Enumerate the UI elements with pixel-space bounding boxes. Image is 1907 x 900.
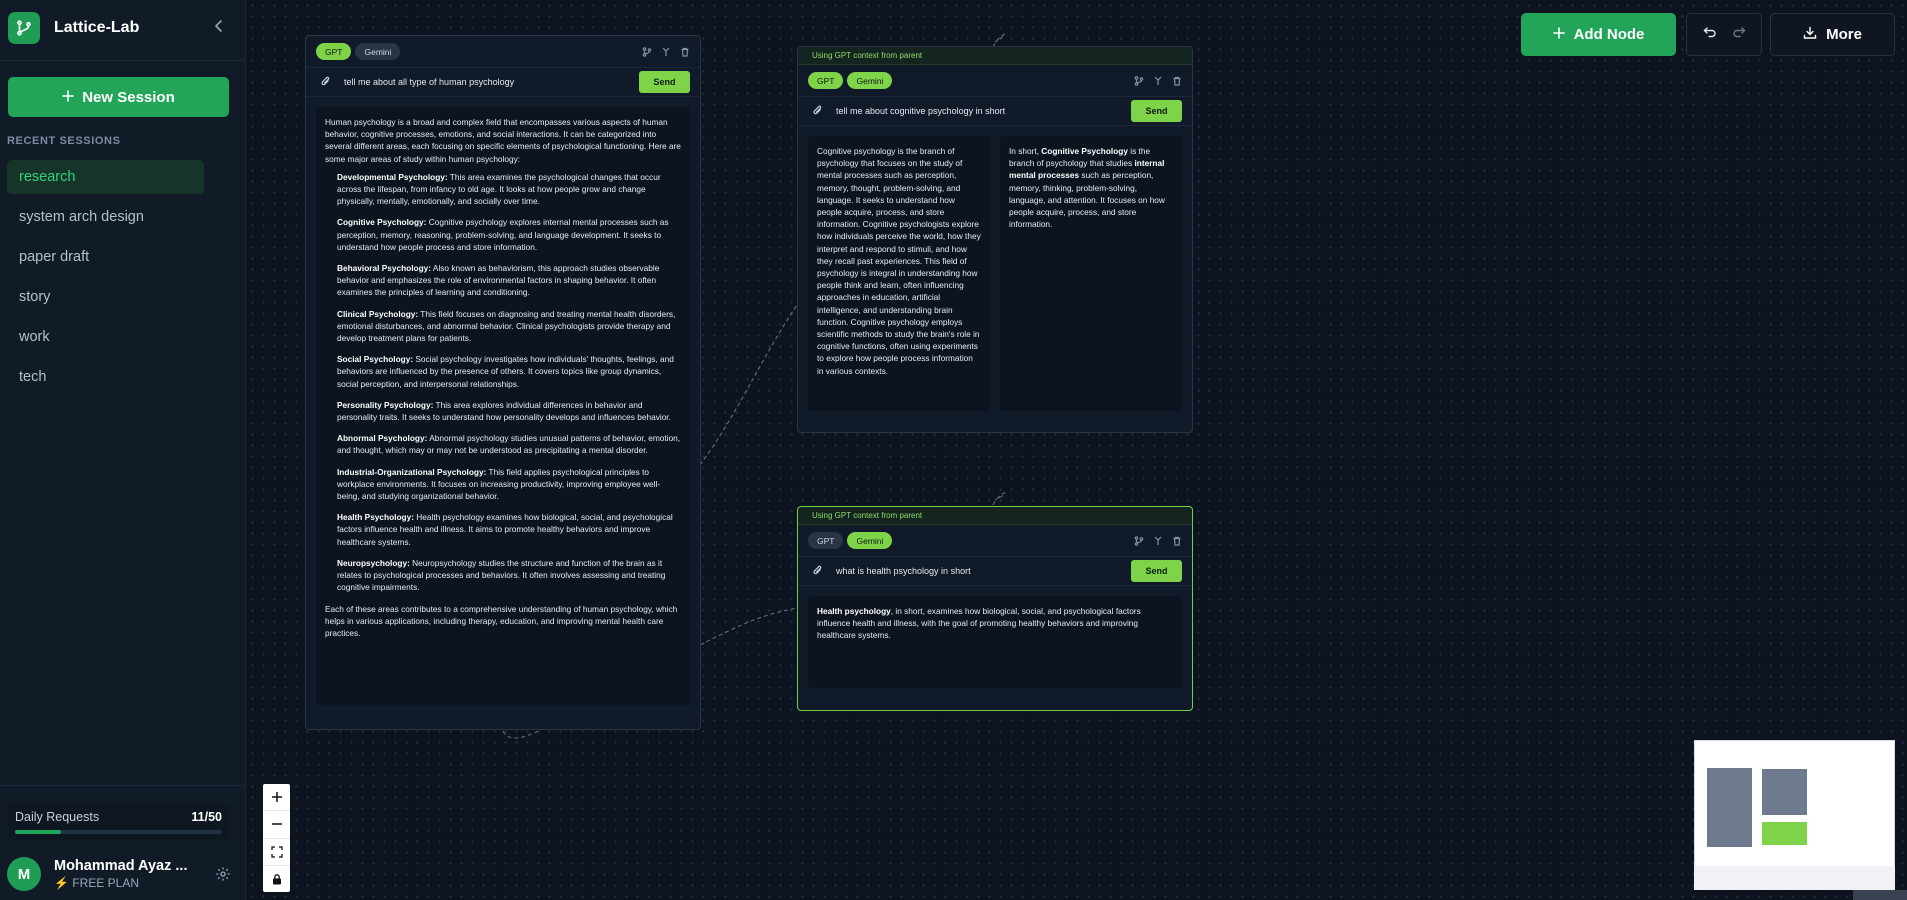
- list-item: Developmental Psychology: This area exam…: [337, 171, 661, 207]
- list-item: Industrial-Organizational Psychology: Th…: [337, 466, 661, 502]
- paperclip-icon[interactable]: [812, 105, 824, 117]
- minimap-node-selected: [1762, 822, 1807, 845]
- send-button[interactable]: Send: [1131, 100, 1182, 122]
- branch-icon[interactable]: [1134, 75, 1144, 86]
- zoom-controls: [263, 784, 290, 892]
- send-button[interactable]: Send: [639, 71, 690, 93]
- minimap-viewport-mask: [1694, 866, 1895, 890]
- redo-icon[interactable]: [1732, 25, 1746, 44]
- more-button[interactable]: More: [1770, 13, 1895, 56]
- response-panel-gemini: In short, Cognitive Psychology is the br…: [1000, 136, 1182, 411]
- prompt-row: what is health psychology in short Send: [798, 556, 1192, 586]
- model-chip-gpt[interactable]: GPT: [808, 72, 844, 89]
- chat-node[interactable]: Using GPT context from parent GPT Gemini…: [797, 506, 1193, 711]
- fit-view-icon[interactable]: [263, 839, 290, 866]
- list-item: Clinical Psychology: This field focuses …: [337, 308, 676, 344]
- prompt-input[interactable]: what is health psychology in short: [836, 566, 1131, 576]
- trash-icon[interactable]: [1172, 536, 1182, 546]
- zoom-out-icon[interactable]: [263, 811, 290, 839]
- attribution-corner: [1853, 890, 1907, 900]
- merge-icon[interactable]: [661, 47, 671, 57]
- send-button[interactable]: Send: [1131, 560, 1182, 582]
- minimap-node: [1762, 769, 1807, 815]
- plus-icon: [1552, 26, 1565, 43]
- context-banner: Using GPT context from parent: [798, 507, 1192, 525]
- zoom-in-icon[interactable]: [263, 784, 290, 812]
- chat-node[interactable]: Using GPT context from parent GPT Gemini…: [797, 46, 1193, 433]
- minimap-node: [1707, 768, 1752, 847]
- download-icon: [1803, 26, 1817, 44]
- response-panel: Health psychology, in short, examines ho…: [808, 596, 1182, 688]
- merge-icon[interactable]: [1153, 76, 1163, 86]
- add-node-label: Add Node: [1573, 26, 1645, 43]
- model-chip-gpt[interactable]: GPT: [808, 532, 844, 549]
- node-header: GPT Gemini: [306, 36, 700, 67]
- list-item: Cognitive Psychology: Cognitive psycholo…: [337, 217, 669, 252]
- response-outro: Each of these areas contributes to a com…: [325, 603, 678, 638]
- list-item: Behavioral Psychology: Also known as beh…: [337, 263, 660, 298]
- edge: [992, 492, 1006, 506]
- model-chip-gpt[interactable]: GPT: [316, 43, 352, 60]
- paperclip-icon[interactable]: [812, 565, 824, 577]
- prompt-input[interactable]: tell me about cognitive psychology in sh…: [836, 106, 1131, 116]
- response-panel-gpt: Cognitive psychology is the branch of ps…: [808, 136, 990, 411]
- paperclip-icon[interactable]: [320, 76, 332, 88]
- branch-icon[interactable]: [642, 46, 652, 57]
- model-chip-gemini[interactable]: Gemini: [355, 43, 401, 60]
- context-banner: Using GPT context from parent: [798, 47, 1192, 65]
- trash-icon[interactable]: [1172, 76, 1182, 86]
- list-item: Health Psychology: Health psychology exa…: [337, 512, 673, 547]
- merge-icon[interactable]: [1153, 536, 1163, 546]
- list-item: Social Psychology: Social psychology inv…: [337, 354, 674, 389]
- prompt-row: tell me about cognitive psychology in sh…: [798, 96, 1192, 126]
- response-panel: Human psychology is a broad and complex …: [316, 107, 690, 705]
- list-item: Personality Psychology: This area explor…: [337, 399, 671, 423]
- node-header: GPT Gemini: [798, 525, 1192, 556]
- chat-node[interactable]: GPT Gemini tell me about all type of hum…: [305, 35, 701, 730]
- model-chip-gemini[interactable]: Gemini: [847, 532, 893, 549]
- branch-icon[interactable]: [1134, 535, 1144, 546]
- model-chip-gemini[interactable]: Gemini: [847, 72, 893, 89]
- add-node-button[interactable]: Add Node: [1521, 13, 1676, 56]
- edge: [699, 304, 798, 466]
- prompt-input[interactable]: tell me about all type of human psycholo…: [344, 77, 639, 87]
- response-intro: Human psychology is a broad and complex …: [325, 117, 681, 164]
- history-controls: [1686, 13, 1762, 56]
- undo-icon[interactable]: [1703, 25, 1717, 44]
- prompt-row: tell me about all type of human psycholo…: [306, 67, 700, 97]
- edge: [699, 607, 798, 646]
- list-item: Neuropsychology: Neuropsychology studies…: [337, 557, 666, 593]
- node-header: GPT Gemini: [798, 65, 1192, 96]
- list-item: Abnormal Psychology: Abnormal psychology…: [337, 433, 681, 456]
- more-label: More: [1826, 26, 1862, 43]
- trash-icon[interactable]: [680, 47, 690, 57]
- lock-icon[interactable]: [263, 866, 290, 892]
